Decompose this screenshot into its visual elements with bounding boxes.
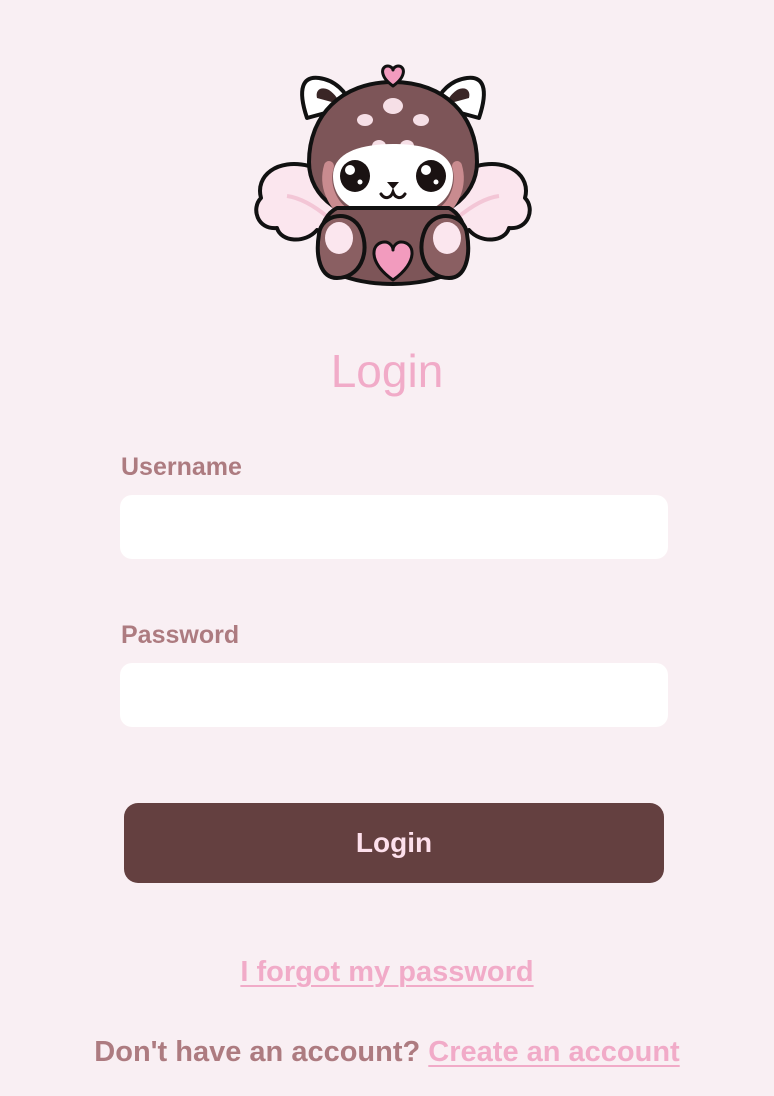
signup-row: Don't have an account? Create an account	[0, 1032, 774, 1072]
password-label: Password	[121, 621, 240, 649]
login-button[interactable]: Login	[124, 803, 664, 883]
login-page: Login Username Password Login I forgot m…	[0, 0, 774, 1096]
password-input[interactable]	[120, 663, 668, 727]
signup-prompt: Don't have an account?	[94, 1036, 421, 1068]
create-account-link[interactable]: Create an account	[428, 1036, 679, 1068]
red-panda-mascot-icon	[254, 64, 532, 286]
forgot-password-link[interactable]: I forgot my password	[240, 956, 533, 988]
forgot-password-row: I forgot my password	[0, 952, 774, 992]
page-title: Login	[330, 345, 444, 397]
username-label: Username	[121, 453, 242, 481]
username-input[interactable]	[120, 495, 668, 559]
